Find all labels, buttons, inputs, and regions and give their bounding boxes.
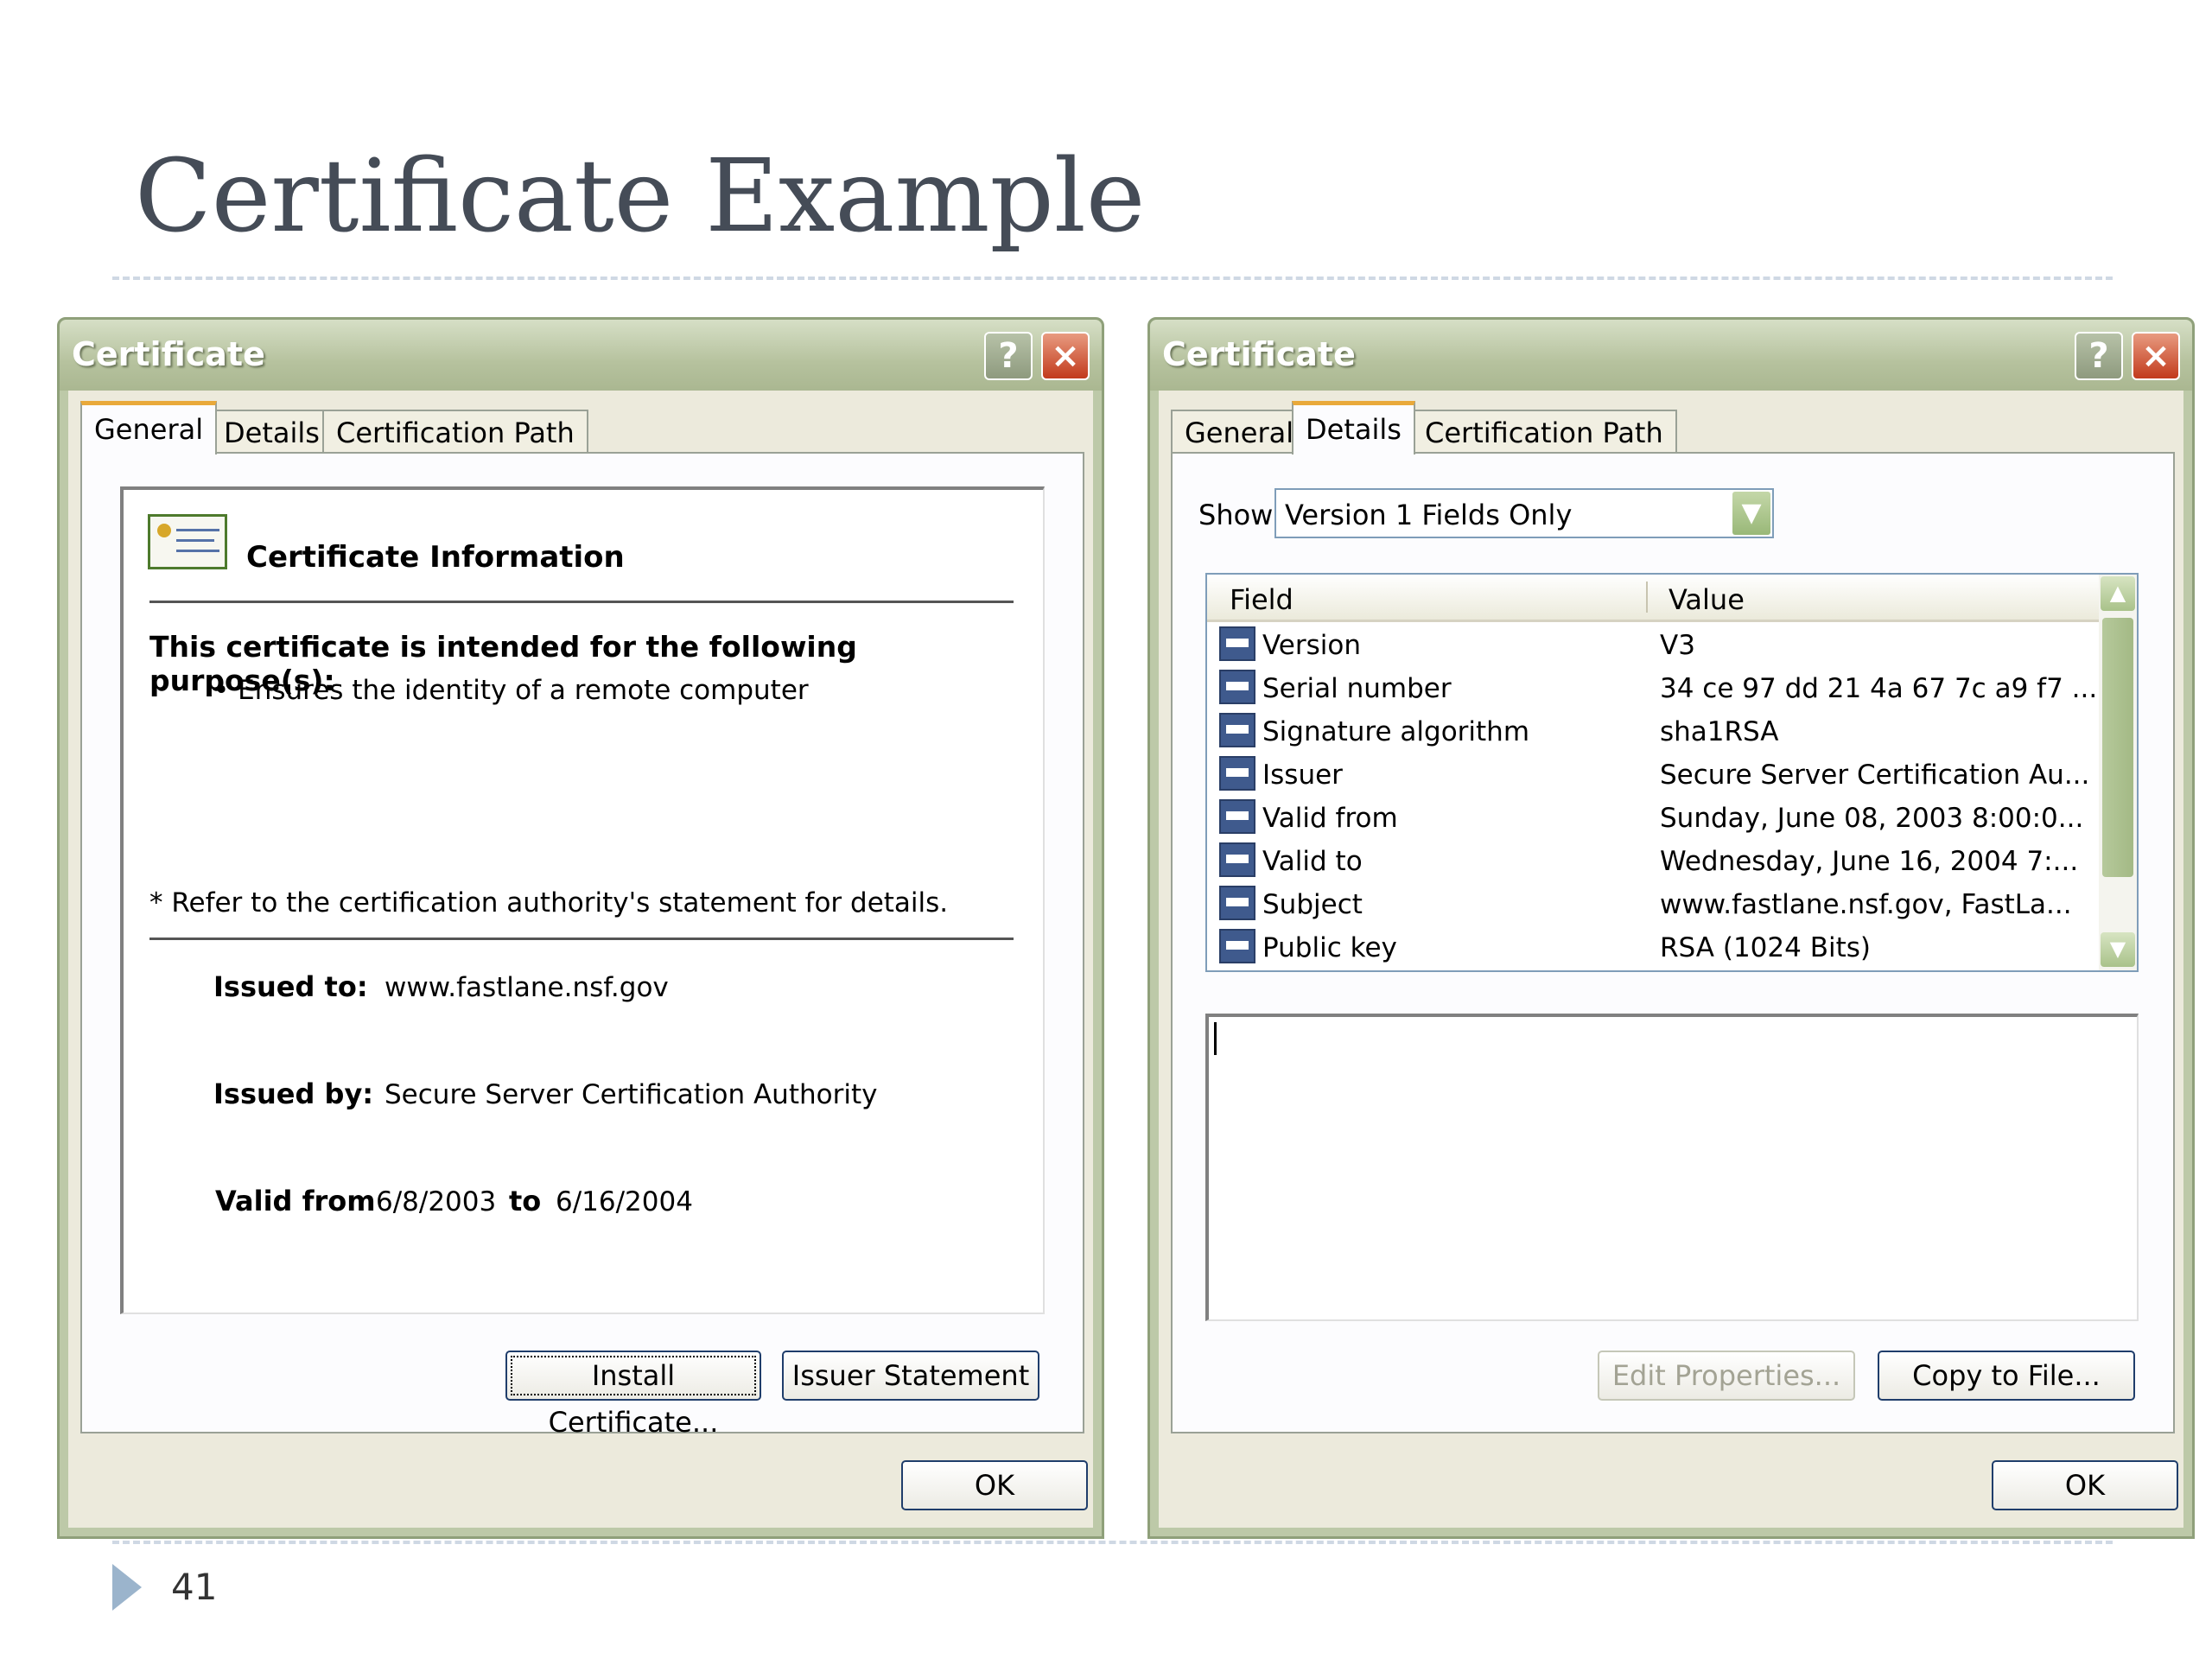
title-bar[interactable]: Certificate ? × <box>1150 320 2192 391</box>
tab-details[interactable]: Details <box>1292 401 1415 454</box>
list-item[interactable]: Valid to Wednesday, June 16, 2004 7:... <box>1207 839 2102 882</box>
list-rows: Version V3 Serial number 34 ce 97 dd 21 4a… <box>1207 623 2102 969</box>
certificate-information-heading: Certificate Information <box>246 540 625 575</box>
show-dropdown-value: Version 1 Fields Only <box>1285 499 1573 531</box>
ok-button[interactable]: OK <box>901 1460 1088 1510</box>
valid-from-value: 6/8/2003 <box>376 1186 497 1217</box>
field-value: RSA (1024 Bits) <box>1660 932 1871 963</box>
field-name: Public key <box>1262 932 1397 963</box>
footer-divider <box>112 1541 2113 1544</box>
list-item[interactable]: Version V3 <box>1207 623 2102 666</box>
certificate-icon <box>148 514 227 569</box>
certificate-info-box: Certificate Information This certificate… <box>120 486 1045 1314</box>
close-button[interactable]: × <box>1041 332 1090 380</box>
field-name: Subject <box>1262 889 1363 920</box>
chevron-down-icon[interactable]: ▼ <box>1732 492 1770 535</box>
valid-to-label: to <box>509 1185 542 1217</box>
field-name: Version <box>1262 630 1361 661</box>
field-name: Valid to <box>1262 846 1363 877</box>
issuer-statement-button[interactable]: Issuer Statement <box>782 1351 1039 1401</box>
list-item[interactable]: Issuer Secure Server Certification Au... <box>1207 753 2102 796</box>
slide-title: Certificate Example <box>135 138 1146 255</box>
field-value: www.fastlane.nsf.gov, FastLa... <box>1660 889 2072 920</box>
details-tab-panel: Show: Version 1 Fields Only ▼ Field Valu… <box>1171 452 2175 1433</box>
field-name: Valid from <box>1262 803 1398 834</box>
scroll-thumb[interactable] <box>2102 618 2133 877</box>
refer-note: * Refer to the certification authority's… <box>149 887 949 918</box>
dialog-client-area: General Details Certification Path Show:… <box>1159 391 2183 1528</box>
field-icon <box>1219 713 1255 747</box>
divider <box>149 938 1014 940</box>
list-item[interactable]: Serial number 34 ce 97 dd 21 4a 67 7c a9 … <box>1207 666 2102 709</box>
dialog-client-area: General Details Certification Path Certi… <box>68 391 1093 1528</box>
field-value: Secure Server Certification Au... <box>1660 760 2090 791</box>
show-dropdown[interactable]: Version 1 Fields Only ▼ <box>1274 488 1774 538</box>
field-value: V3 <box>1660 630 1695 661</box>
field-value: Wednesday, June 16, 2004 7:... <box>1660 846 2079 877</box>
field-icon <box>1219 842 1255 877</box>
column-header-value[interactable]: Value <box>1669 583 1745 616</box>
field-name: Signature algorithm <box>1262 716 1530 747</box>
valid-from-label: Valid from <box>215 1185 376 1217</box>
issued-by-label: Issued by: <box>213 1077 374 1110</box>
title-bar[interactable]: Certificate ? × <box>60 320 1102 391</box>
edit-properties-button[interactable]: Edit Properties... <box>1598 1351 1855 1401</box>
tab-details[interactable]: Details <box>210 410 334 453</box>
help-button[interactable]: ? <box>2075 332 2123 380</box>
general-tab-panel: Certificate Information This certificate… <box>80 452 1084 1439</box>
copy-to-file-button[interactable]: Copy to File... <box>1878 1351 2135 1401</box>
close-button[interactable]: × <box>2132 332 2180 380</box>
list-item[interactable]: Subject www.fastlane.nsf.gov, FastLa... <box>1207 882 2102 925</box>
field-icon <box>1219 929 1255 963</box>
title-divider <box>112 276 2113 280</box>
field-name: Issuer <box>1262 760 1343 791</box>
column-header-field[interactable]: Field <box>1230 583 1294 616</box>
page-number: 41 <box>171 1566 218 1608</box>
field-icon <box>1219 626 1255 661</box>
tab-general[interactable]: General <box>80 401 218 454</box>
issued-by-value: Secure Server Certification Authority <box>385 1079 878 1110</box>
window-title: Certificate <box>1162 335 1356 373</box>
column-separator[interactable] <box>1646 582 1648 613</box>
certificate-window-details: Certificate ? × General Details Certific… <box>1147 317 2195 1539</box>
list-header: Field Value <box>1207 575 2102 622</box>
field-name: Serial number <box>1262 673 1452 704</box>
triangle-bullet-icon <box>112 1564 142 1611</box>
scroll-down-icon[interactable]: ▼ <box>2101 932 2135 967</box>
window-title: Certificate <box>72 335 265 373</box>
field-icon <box>1219 756 1255 791</box>
install-certificate-button[interactable]: Install Certificate... <box>505 1351 761 1439</box>
tab-general[interactable]: General <box>1171 410 1308 453</box>
purpose-item: • Ensures the identity of a remote compu… <box>213 675 809 706</box>
issued-to-label: Issued to: <box>213 970 368 1003</box>
field-value: sha1RSA <box>1660 716 1779 747</box>
issued-to-value: www.fastlane.nsf.gov <box>385 972 669 1003</box>
scroll-up-icon[interactable]: ▲ <box>2101 576 2135 611</box>
certificate-window-general: Certificate ? × General Details Certific… <box>57 317 1104 1539</box>
show-label: Show: <box>1198 499 1281 531</box>
vertical-scrollbar[interactable]: ▲ ▼ <box>2099 575 2137 970</box>
tab-certification-path[interactable]: Certification Path <box>322 410 588 453</box>
ok-button[interactable]: OK <box>1992 1460 2178 1510</box>
tab-certification-path[interactable]: Certification Path <box>1411 410 1677 453</box>
text-caret <box>1214 1022 1217 1055</box>
field-value: Sunday, June 08, 2003 8:00:0... <box>1660 803 2084 834</box>
field-value: 34 ce 97 dd 21 4a 67 7c a9 f7 ... <box>1660 673 2098 704</box>
help-button[interactable]: ? <box>984 332 1033 380</box>
field-icon <box>1219 670 1255 704</box>
list-item[interactable]: Signature algorithm sha1RSA <box>1207 709 2102 753</box>
divider <box>149 601 1014 603</box>
field-detail-textarea[interactable] <box>1205 1014 2139 1321</box>
field-icon <box>1219 886 1255 920</box>
fields-list: Field Value Version V3 Serial number 34 ce… <box>1205 573 2139 972</box>
list-item[interactable]: Public key RSA (1024 Bits) <box>1207 925 2102 969</box>
list-item[interactable]: Valid from Sunday, June 08, 2003 8:00:0..… <box>1207 796 2102 839</box>
field-icon <box>1219 799 1255 834</box>
valid-to-value: 6/16/2004 <box>556 1186 693 1217</box>
